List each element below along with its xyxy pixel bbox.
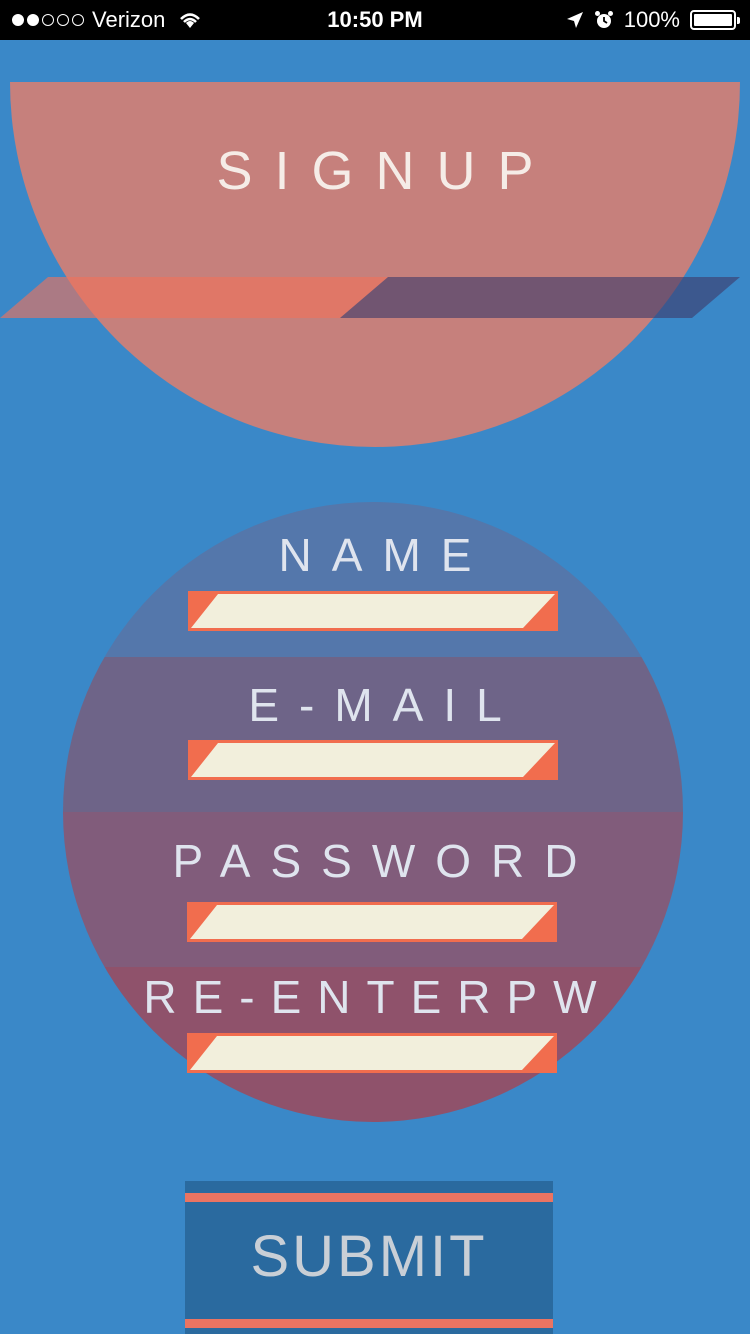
name-input[interactable]: [218, 594, 518, 628]
name-field[interactable]: [188, 591, 558, 631]
location-arrow-icon: [566, 12, 583, 28]
status-bar: Verizon 10:50 PM 100%: [0, 0, 750, 40]
header-half-circle: [10, 82, 740, 447]
reenter-password-field[interactable]: [187, 1033, 557, 1073]
email-field[interactable]: [188, 740, 558, 780]
reenter-password-input[interactable]: [217, 1036, 517, 1070]
password-label: PASSWORD: [172, 835, 598, 887]
page-title: SIGNUP: [216, 141, 556, 201]
email-input[interactable]: [218, 743, 518, 777]
name-label: NAME: [278, 529, 492, 581]
status-right: 100%: [566, 7, 740, 33]
email-label: E-MAIL: [248, 679, 522, 731]
submit-stripe-top: [185, 1193, 553, 1202]
reenter-password-label: RE-ENTERPW: [143, 971, 613, 1023]
battery-percent: 100%: [623, 7, 680, 32]
submit-button[interactable]: SUBMIT: [185, 1181, 553, 1334]
submit-label: SUBMIT: [250, 1224, 488, 1289]
battery-icon: [690, 10, 740, 30]
submit-stripe-bottom: [185, 1319, 553, 1328]
alarm-icon: [594, 11, 613, 28]
password-field[interactable]: [187, 902, 557, 942]
password-input[interactable]: [217, 905, 517, 939]
